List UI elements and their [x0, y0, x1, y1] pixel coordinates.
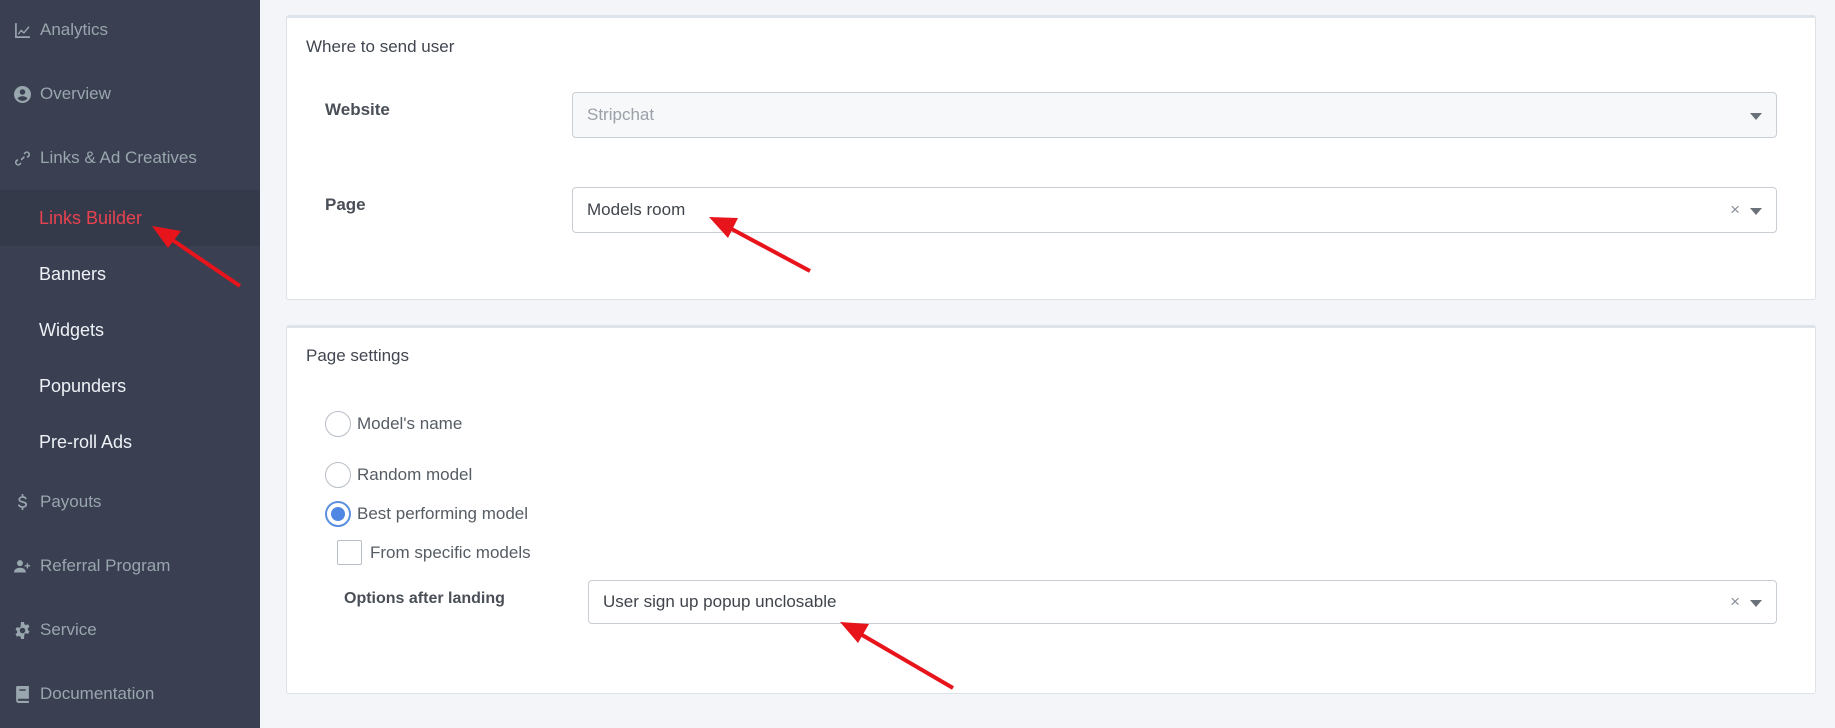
sidebar-item-documentation[interactable]: Documentation [0, 669, 260, 719]
sidebar-item-analytics[interactable]: Analytics [0, 5, 260, 55]
user-plus-icon [0, 558, 40, 575]
chevron-down-icon [1750, 600, 1762, 607]
sidebar-subitem-banners[interactable]: Banners [0, 246, 260, 302]
from-specific-models-label: From specific models [370, 542, 531, 562]
link-icon [0, 150, 40, 167]
sidebar-item-label: Payouts [40, 492, 102, 511]
website-label: Website [325, 100, 390, 119]
random-model-label: Random model [357, 465, 473, 484]
sidebar-item-overview[interactable]: Overview [0, 69, 260, 119]
main-content: Where to send user Website Stripchat Pag… [260, 0, 1835, 728]
website-select[interactable]: Stripchat [572, 92, 1777, 138]
chevron-down-icon [1750, 113, 1762, 120]
page-label: Page [325, 195, 366, 214]
book-icon [0, 685, 40, 703]
best-performing-model-label: Best performing model [357, 504, 529, 523]
sidebar-item-label: Service [40, 620, 97, 639]
from-specific-models-option[interactable]: From specific models [337, 540, 531, 565]
sidebar-item-label: Analytics [40, 20, 109, 39]
clear-icon[interactable]: × [1730, 592, 1740, 612]
best-performing-model-option[interactable]: Best performing model [325, 501, 528, 527]
gear-icon [0, 621, 40, 639]
sidebar-item-label: Links & Ad Creatives [40, 148, 197, 167]
sidebar-subitem-popunders[interactable]: Popunders [0, 358, 260, 414]
options-after-landing-label: Options after landing [344, 590, 505, 607]
model-name-radio[interactable] [325, 411, 351, 437]
website-select-value: Stripchat [587, 105, 655, 124]
random-model-option[interactable]: Random model [325, 462, 472, 488]
page-select[interactable]: Models room × [572, 187, 1777, 233]
sidebar: Analytics Overview Links & Ad Creatives … [0, 0, 260, 728]
best-performing-model-radio[interactable] [325, 501, 351, 527]
radio-selected-dot [331, 507, 345, 521]
clear-icon[interactable]: × [1730, 200, 1740, 220]
sidebar-item-referral-program[interactable]: Referral Program [0, 541, 260, 591]
sidebar-item-label: Overview [40, 84, 111, 103]
where-to-send-user-card: Where to send user Website Stripchat Pag… [286, 15, 1816, 300]
sidebar-item-payouts[interactable]: Payouts [0, 477, 260, 527]
user-circle-icon [0, 85, 40, 103]
sidebar-item-links-ad-creatives[interactable]: Links & Ad Creatives [0, 133, 260, 183]
sidebar-subitem-pre-roll-ads[interactable]: Pre-roll Ads [0, 414, 260, 470]
card-title: Where to send user [306, 37, 455, 56]
sidebar-subitem-links-builder[interactable]: Links Builder [0, 190, 260, 246]
model-name-option[interactable]: Model's name [325, 411, 462, 437]
from-specific-models-checkbox[interactable] [337, 540, 362, 565]
chart-line-icon [0, 22, 40, 39]
page-settings-card: Page settings Model's name Random model … [286, 325, 1816, 694]
card-title: Page settings [306, 346, 410, 365]
page-select-value: Models room [587, 200, 686, 219]
options-after-landing-value: User sign up popup unclosable [603, 592, 837, 611]
sidebar-item-label: Referral Program [40, 556, 171, 575]
sidebar-item-label: Documentation [40, 684, 155, 703]
dollar-icon [0, 493, 40, 511]
sidebar-subitem-widgets[interactable]: Widgets [0, 302, 260, 358]
model-name-label: Model's name [357, 414, 463, 433]
options-after-landing-select[interactable]: User sign up popup unclosable × [588, 580, 1777, 624]
random-model-radio[interactable] [325, 462, 351, 488]
sidebar-item-service[interactable]: Service [0, 605, 260, 655]
chevron-down-icon [1750, 208, 1762, 215]
